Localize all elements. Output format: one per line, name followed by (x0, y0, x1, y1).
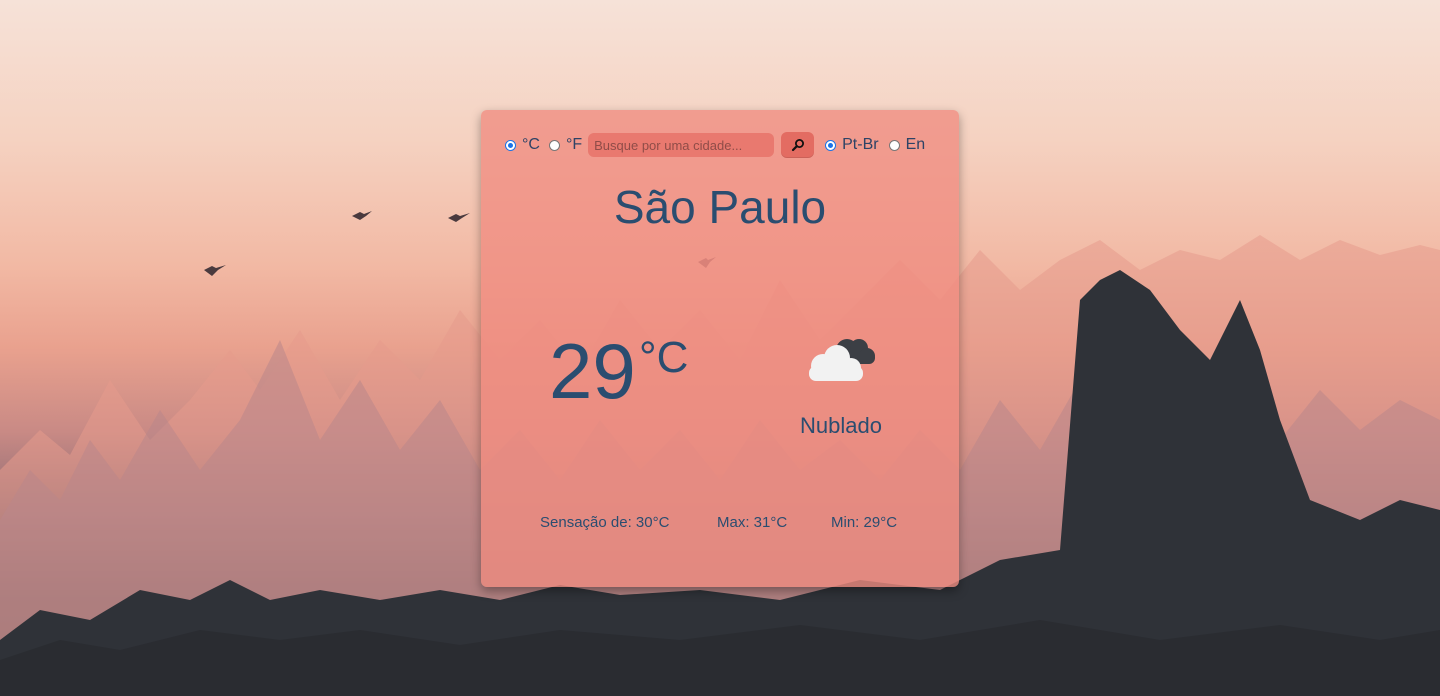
temperature-unit: °C (639, 333, 689, 382)
feels-like: Sensação de: 30°C (540, 514, 670, 531)
search-input[interactable] (588, 133, 775, 157)
search-button[interactable] (781, 132, 815, 158)
lang-en-label: En (905, 136, 926, 153)
cloudy-icon (803, 334, 877, 389)
search-icon (791, 139, 804, 152)
temperature-value: 29 (549, 327, 636, 415)
lang-ptbr-label: Pt-Br (842, 136, 879, 153)
lang-en-radio-dot[interactable] (888, 139, 900, 151)
lang-en-radio[interactable]: En (888, 136, 926, 154)
min-temperature: Min: 29°C (831, 514, 898, 531)
controls-bar: °C °F Pt-Br En (505, 130, 945, 160)
celsius-label: °C (522, 136, 540, 153)
lang-ptbr-radio-dot[interactable] (825, 139, 837, 151)
max-temperature: Max: 31°C (717, 514, 788, 531)
celsius-radio[interactable]: °C (505, 136, 540, 154)
celsius-radio-dot[interactable] (505, 139, 516, 151)
weather-card: °C °F Pt-Br En São Paulo 29 °C (481, 110, 959, 587)
fahrenheit-radio-dot[interactable] (548, 139, 560, 151)
lang-ptbr-radio[interactable]: Pt-Br (825, 136, 879, 154)
city-name: São Paulo (613, 181, 827, 233)
fahrenheit-radio[interactable]: °F (548, 136, 583, 154)
fahrenheit-label: °F (565, 136, 583, 153)
weather-condition: Nublado (800, 413, 882, 438)
